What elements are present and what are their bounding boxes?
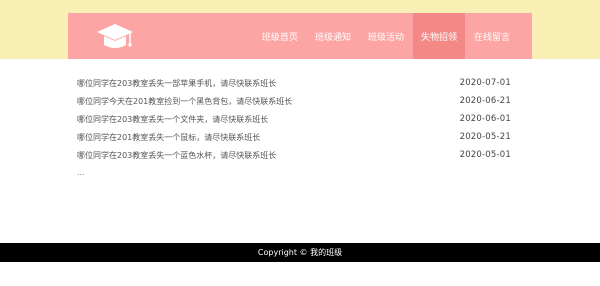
item-date: 2020-06-01 bbox=[459, 114, 511, 124]
main-nav: 班级首页 班级通知 班级活动 失物招领 在线留言 bbox=[253, 13, 518, 59]
item-date: 2020-05-01 bbox=[459, 150, 511, 160]
header-bar: 班级首页 班级通知 班级活动 失物招领 在线留言 bbox=[68, 13, 532, 59]
nav-message-board[interactable]: 在线留言 bbox=[466, 13, 518, 59]
lost-found-list: 哪位同学在203教室丢失一部苹果手机，请尽快联系班长 2020-07-01 哪位… bbox=[77, 74, 511, 182]
list-item[interactable]: 哪位同学在203教室丢失一部苹果手机，请尽快联系班长 2020-07-01 bbox=[77, 74, 511, 92]
nav-class-home[interactable]: 班级首页 bbox=[254, 13, 306, 59]
item-title[interactable]: 哪位同学在201教室丢失一个鼠标，请尽快联系班长 bbox=[77, 132, 260, 143]
item-title[interactable]: 哪位同学在203教室丢失一个蓝色水杯，请尽快联系班长 bbox=[77, 150, 276, 161]
graduation-cap-icon[interactable] bbox=[95, 21, 135, 53]
list-item[interactable]: 哪位同学在203教室丢失一个蓝色水杯，请尽快联系班长 2020-05-01 bbox=[77, 146, 511, 164]
more-link[interactable]: ... bbox=[77, 164, 511, 182]
item-date: 2020-05-21 bbox=[459, 132, 511, 142]
nav-lost-found[interactable]: 失物招领 bbox=[412, 13, 465, 59]
list-item[interactable]: 哪位同学在201教室丢失一个鼠标，请尽快联系班长 2020-05-21 bbox=[77, 128, 511, 146]
list-item[interactable]: 哪位同学在203教室丢失一个文件夹，请尽快联系班长 2020-06-01 bbox=[77, 110, 511, 128]
list-item[interactable]: 哪位同学今天在201教室捡到一个黑色背包，请尽快联系班长 2020-06-21 bbox=[77, 92, 511, 110]
item-title[interactable]: 哪位同学在203教室丢失一个文件夹，请尽快联系班长 bbox=[77, 114, 268, 125]
item-date: 2020-06-21 bbox=[459, 96, 511, 106]
item-title[interactable]: 哪位同学今天在201教室捡到一个黑色背包，请尽快联系班长 bbox=[77, 96, 292, 107]
footer: Copyright © 我的班级 bbox=[0, 243, 600, 262]
nav-class-notice[interactable]: 班级通知 bbox=[307, 13, 359, 59]
item-date: 2020-07-01 bbox=[459, 78, 511, 88]
nav-class-activity[interactable]: 班级活动 bbox=[360, 13, 412, 59]
copyright-text: Copyright © 我的班级 bbox=[257, 248, 343, 257]
item-title[interactable]: 哪位同学在203教室丢失一部苹果手机，请尽快联系班长 bbox=[77, 78, 276, 89]
